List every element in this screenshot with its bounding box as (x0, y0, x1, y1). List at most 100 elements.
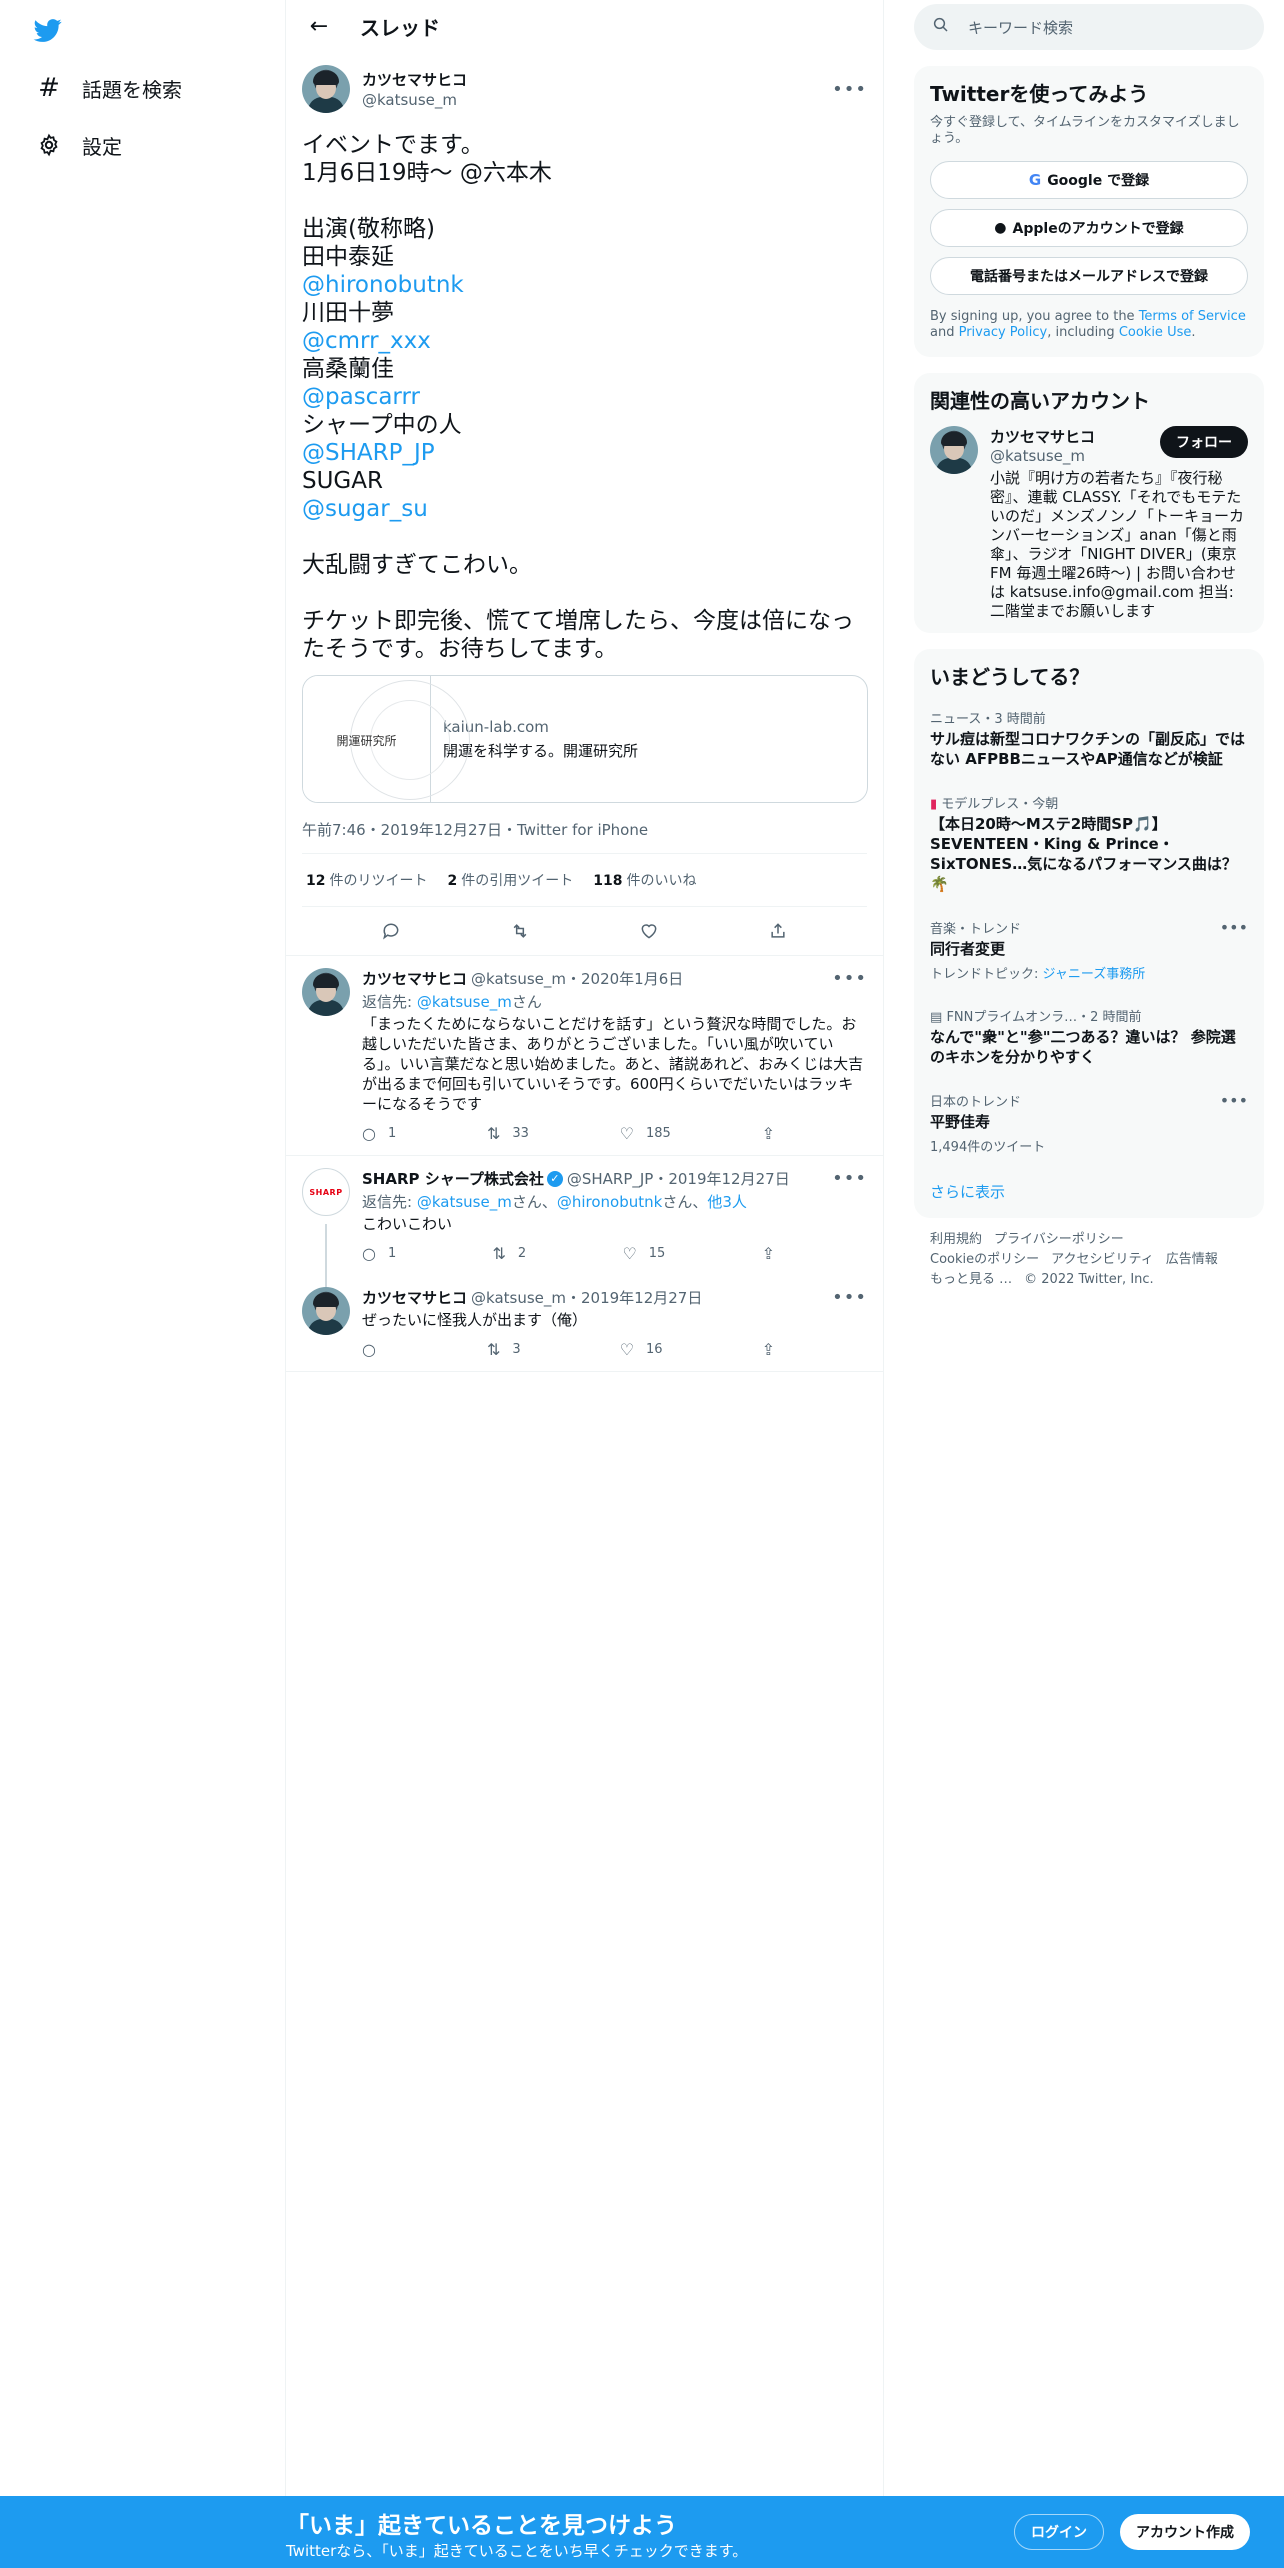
nav-explore[interactable]: # 話題を検索 (24, 60, 194, 116)
login-button[interactable]: ログイン (1014, 2514, 1104, 2550)
author-display-name[interactable]: カツセマサヒコ (362, 69, 467, 90)
like-button[interactable]: ♡ 15 (622, 1244, 665, 1263)
bottom-headline: 「いま」起きていることを見つけよう (286, 2513, 677, 2539)
reply-button[interactable]: ○ (362, 1340, 388, 1359)
reply-icon: ○ (362, 1244, 376, 1263)
trends-panel: いまどうしてる？ ニュース・3 時間前 サル痘は新型コロナワクチンの「副反応」で… (914, 649, 1264, 1218)
back-arrow-icon[interactable]: ← (302, 10, 336, 44)
tweet-line (302, 523, 867, 551)
reply-meta[interactable]: @katsuse_m・2020年1月6日 (471, 968, 683, 989)
more-options-icon[interactable]: ••• (832, 1168, 867, 1189)
nav-settings[interactable]: 設定 (24, 117, 134, 173)
share-button[interactable]: ⇪ (762, 1244, 787, 1263)
avatar[interactable]: SHARP (302, 1168, 350, 1216)
like-icon: ♡ (619, 1124, 635, 1143)
privacy-link[interactable]: Privacy Policy (959, 325, 1048, 340)
likes-stat[interactable]: 118 件のいいね (593, 870, 696, 890)
thread-column: ← スレッド カツセマサヒコ @katsuse_m ••• イベントでます。 1月… (286, 0, 884, 2568)
trend-item[interactable]: ▮ モデルプレス・今朝 【本日20時～Mステ2時間SP🎵】SEVENTEEN・K… (914, 781, 1264, 906)
trend-item[interactable]: 音楽・トレンド 同行者変更 トレンドトピック: ジャニーズ事務所 ••• (914, 906, 1264, 994)
like-button[interactable]: ♡ 16 (620, 1340, 663, 1359)
retweet-icon[interactable] (503, 914, 537, 948)
footer-link[interactable]: 利用規約 (930, 1232, 982, 1247)
bottom-signup-bar: 「いま」起きていることを見つけよう Twitterなら、「いま」起きていることを… (0, 2496, 1284, 2568)
tos-link[interactable]: Terms of Service (1139, 309, 1246, 324)
avatar[interactable] (302, 65, 350, 113)
related-account[interactable]: カツセマサヒコ @katsuse_m フォロー 小説『明け方の若者たち』『夜行秘… (914, 414, 1264, 633)
share-button[interactable]: ⇪ (762, 1124, 787, 1143)
mention-link[interactable]: @katsuse_m (417, 993, 512, 1011)
trend-item[interactable]: 日本のトレンド 平野佳寿 1,494件のツイート ••• (914, 1079, 1264, 1167)
footer-link[interactable]: Cookieのポリシー (930, 1252, 1039, 1267)
reply-icon: ○ (362, 1124, 376, 1143)
trend-topic-link[interactable]: ジャニーズ事務所 (1043, 967, 1146, 982)
reply-tweet[interactable]: カツセマサヒコ @katsuse_m・2020年1月6日 ••• 返信先: @k… (286, 956, 883, 1156)
share-icon: ⇪ (761, 1244, 775, 1263)
like-icon[interactable] (632, 914, 666, 948)
retweet-button[interactable]: ⇅ 2 (493, 1244, 527, 1263)
footer-link[interactable]: プライバシーポリシー (994, 1232, 1124, 1247)
others-link[interactable]: 他3人 (707, 1193, 747, 1211)
reply-button[interactable]: ○ 1 (362, 1244, 396, 1263)
hashtag-icon: # (38, 73, 60, 103)
tweet-line: SUGAR (302, 468, 383, 494)
trend-item[interactable]: ニュース・3 時間前 サル痘は新型コロナワクチンの「副反応」ではない AFPBB… (914, 696, 1264, 781)
share-button[interactable]: ⇪ (762, 1340, 787, 1359)
more-options-icon[interactable]: ••• (1220, 1091, 1248, 1110)
mention-link[interactable]: @katsuse_m (417, 1193, 512, 1211)
signup-button[interactable]: アカウント作成 (1120, 2514, 1250, 2550)
reply-meta[interactable]: @SHARP_JP・2019年12月27日 (567, 1168, 790, 1189)
reply-button[interactable]: ○ 1 (362, 1124, 396, 1143)
more-options-icon[interactable]: ••• (832, 79, 867, 100)
reply-display-name[interactable]: カツセマサヒコ (362, 1287, 467, 1308)
mention-link[interactable]: @cmrr_xxx (302, 327, 867, 355)
avatar[interactable] (930, 426, 978, 474)
avatar[interactable] (302, 968, 350, 1016)
retweets-stat[interactable]: 12 件のリツイート (306, 870, 427, 890)
trend-item[interactable]: ▤ FNNプライムオンラ…・2 時間前 なんで"衆"と"参"二つある？違いは？ … (914, 994, 1264, 1079)
copyright: © 2022 Twitter, Inc. (1024, 1272, 1154, 1287)
apple-signup-button[interactable]: ● Appleのアカウントで登録 (930, 209, 1248, 247)
share-icon[interactable] (761, 914, 795, 948)
more-options-icon[interactable]: ••• (832, 968, 867, 989)
tweet-text: イベントでます。 1月6日19時〜 @六本木 出演(敬称略) 田中泰延 @hironob… (302, 131, 867, 663)
cookie-link[interactable]: Cookie Use (1119, 325, 1192, 340)
more-options-icon[interactable]: ••• (1220, 918, 1248, 937)
retweet-button[interactable]: ⇅ 3 (487, 1340, 521, 1359)
mention-link[interactable]: @sugar_su (302, 495, 867, 523)
reply-tweet[interactable]: SHARP SHARP シャープ株式会社 ✓ @SHARP_JP・2019年12… (286, 1156, 883, 1302)
more-options-icon[interactable]: ••• (832, 1287, 867, 1308)
link-card[interactable]: 開運研究所 kaiun-lab.com 開運を科学する。開運研究所 (302, 675, 868, 803)
reply-tweet[interactable]: カツセマサヒコ @katsuse_m・2019年12月27日 ••• ぜったいに… (286, 1275, 883, 1372)
reply-text: 「まったくためにならないことだけを話す」という贅沢な時間でした。お越しいただいた… (362, 1015, 864, 1113)
retweet-button[interactable]: ⇅ 33 (487, 1124, 529, 1143)
mention-link[interactable]: @SHARP_JP (302, 439, 867, 467)
reply-display-name[interactable]: SHARP シャープ株式会社 (362, 1168, 544, 1189)
mention-link[interactable]: @hironobutnk (302, 271, 867, 299)
reply-meta[interactable]: @katsuse_m・2019年12月27日 (471, 1287, 702, 1308)
related-accounts-panel: 関連性の高いアカウント カツセマサヒコ @katsuse_m フォロー 小説『明… (914, 373, 1264, 633)
footer-link[interactable]: アクセシビリティ (1051, 1252, 1154, 1267)
mention-link[interactable]: @pascarrr (302, 383, 867, 411)
mention-link[interactable]: @hironobutnk (557, 1193, 662, 1211)
tweet-line: シャープ中の人 (302, 412, 462, 438)
search-bar[interactable]: キーワード検索 (914, 4, 1264, 50)
avatar[interactable] (302, 1287, 350, 1335)
author-username[interactable]: @katsuse_m (362, 91, 467, 109)
related-title: 関連性の高いアカウント (930, 389, 1150, 413)
show-more-link[interactable]: さらに表示 (914, 1167, 1264, 1218)
twitter-logo-icon[interactable] (32, 16, 64, 44)
signup-desc: 今すぐ登録して、タイムラインをカスタマイズしましょう。 (930, 115, 1240, 146)
google-signup-button[interactable]: G Google で登録 (930, 161, 1248, 199)
reply-icon[interactable] (374, 914, 408, 948)
like-button[interactable]: ♡ 185 (620, 1124, 671, 1143)
footer-more-link[interactable]: もっと見る … (930, 1272, 1012, 1287)
phone-signup-button[interactable]: 電話番号またはメールアドレスで登録 (930, 257, 1248, 295)
page-title: スレッド (360, 16, 440, 40)
reply-display-name[interactable]: カツセマサヒコ (362, 968, 467, 989)
tweet-timestamp[interactable]: 午前7:46・2019年12月27日・Twitter for iPhone (302, 819, 867, 839)
footer-link[interactable]: 広告情報 (1166, 1252, 1218, 1267)
search-input[interactable]: キーワード検索 (968, 17, 1073, 38)
quotes-stat[interactable]: 2 件の引用ツイート (447, 870, 573, 890)
follow-button[interactable]: フォロー (1160, 426, 1248, 458)
